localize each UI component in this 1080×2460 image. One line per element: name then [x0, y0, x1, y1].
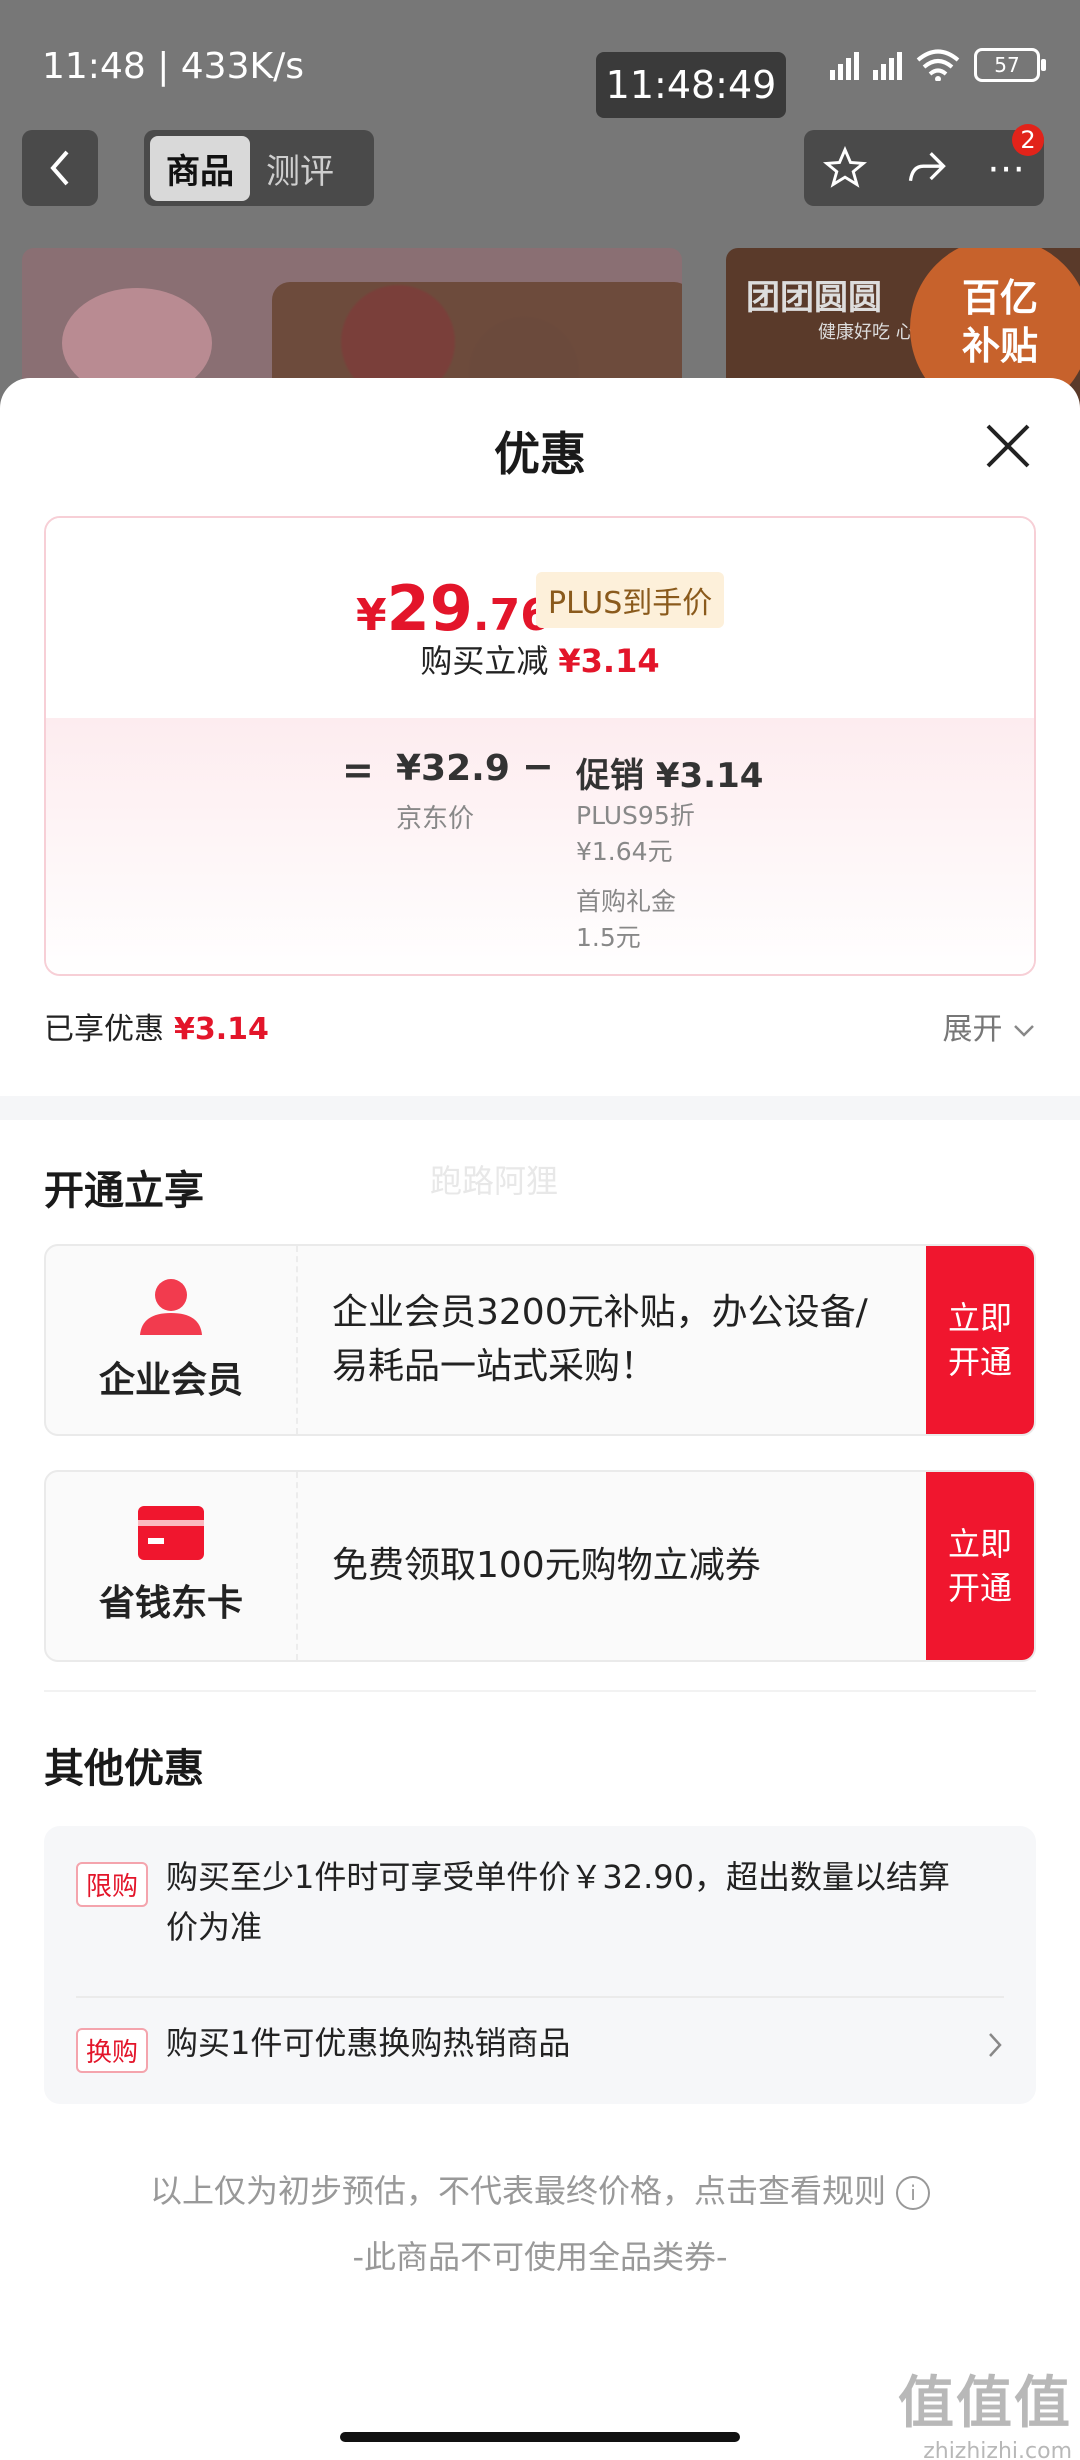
other-discounts-list: 限购 购买至少1件时可享受单件价￥32.90，超出数量以结算价为准 换购 购买1…: [44, 1826, 1036, 2104]
info-icon[interactable]: i: [896, 2176, 930, 2210]
promo-item-plus: PLUS95折: [576, 801, 695, 830]
tab-switcher: 商品 测评: [144, 130, 374, 206]
back-button[interactable]: [22, 130, 98, 206]
exchange-text: 购买1件可优惠换购热销商品: [166, 2024, 571, 2062]
home-indicator[interactable]: [340, 2432, 740, 2442]
promo-banner-title: 团团圆圆: [746, 278, 882, 318]
nav-actions: ⋯ 2: [804, 124, 1044, 206]
promo-item-plus-value: ¥1.64元: [576, 837, 673, 866]
chevron-right-icon: [989, 2033, 1002, 2057]
background-page: 11:48 | 433K/s 57 11:48:49 商品 测评 ⋯ 2 团团圆…: [0, 0, 1080, 420]
other-section-title: 其他优惠: [44, 1746, 204, 1792]
limit-tag: 限购: [76, 1862, 149, 1907]
top-nav: 商品 测评 ⋯ 2: [22, 124, 1058, 208]
chevron-down-icon: [1014, 1025, 1034, 1037]
signal-icon-2: [873, 50, 902, 80]
enterprise-member-desc: 企业会员3200元补贴，办公设备/易耗品一站式采购！: [332, 1292, 868, 1387]
close-icon[interactable]: [980, 418, 1036, 474]
thin-divider: [44, 1690, 1036, 1692]
plus-price-tag: PLUS到手价: [536, 572, 725, 628]
share-icon[interactable]: [905, 146, 949, 190]
status-time-speed: 11:48 | 433K/s: [42, 46, 304, 87]
discount-sheet: 优惠 ¥29.76 PLUS到手价 购买立减 ¥3.14 = ¥32.9 京东价 …: [0, 378, 1080, 2460]
card-icon: [138, 1506, 204, 1560]
site-watermark-logo: 值值值 zhizhizhi.com: [898, 2371, 1072, 2460]
tab-review[interactable]: 测评: [250, 136, 350, 201]
final-price: ¥29.76: [356, 572, 551, 645]
saving-card-label: 省钱东卡: [98, 1583, 243, 1624]
back-arrow-icon: [50, 150, 69, 186]
open-saving-card-button[interactable]: 立即 开通: [926, 1472, 1034, 1660]
expand-button[interactable]: 展开: [942, 1004, 1036, 1048]
promo-total: 促销 ¥3.14: [576, 756, 764, 796]
list-item-exchange[interactable]: 换购 购买1件可优惠换购热销商品: [76, 2024, 1004, 2084]
minus-sign: −: [522, 744, 554, 788]
enjoyed-discount: 已享优惠 ¥3.14: [44, 1012, 269, 1047]
sheet-title: 优惠: [494, 427, 586, 481]
coupon-note: -此商品不可使用全品类券-: [352, 2238, 728, 2276]
limit-text: 购买至少1件时可享受单件价￥32.90，超出数量以结算价为准: [166, 1858, 950, 1946]
status-bar: 11:48 | 433K/s 57: [42, 40, 1046, 100]
estimate-note[interactable]: 以上仅为初步预估，不代表最终价格，点击查看规则 i: [0, 2166, 1080, 2212]
enterprise-member-label: 企业会员: [98, 1360, 243, 1401]
saving-card[interactable]: 省钱东卡 免费领取100元购物立减券 立即 开通: [44, 1470, 1036, 1662]
promo-item-first-gift-value: 1.5元: [576, 923, 641, 952]
signal-icon: [830, 50, 859, 80]
star-icon[interactable]: [823, 146, 867, 190]
more-badge: 2: [1012, 124, 1044, 156]
jd-price-label: 京东价: [396, 804, 475, 834]
equals-sign: =: [342, 748, 374, 792]
jd-price: ¥32.9: [396, 748, 510, 789]
saving-card-desc: 免费领取100元购物立减券: [332, 1545, 761, 1586]
price-breakdown-card: ¥29.76 PLUS到手价 购买立减 ¥3.14 = ¥32.9 京东价 − 促…: [44, 516, 1036, 976]
tab-product[interactable]: 商品: [150, 135, 250, 201]
instant-saving: 购买立减 ¥3.14: [420, 642, 660, 680]
promo-banner-sub: 健康好吃 心: [818, 322, 914, 343]
watermark-text: 跑路阿狸: [430, 1162, 559, 1200]
wifi-icon: [916, 49, 960, 81]
battery-icon: 57: [974, 48, 1046, 82]
section-divider: [0, 1096, 1080, 1120]
enterprise-member-card[interactable]: 企业会员 企业会员3200元补贴，办公设备/易耗品一站式采购！ 立即 开通: [44, 1244, 1036, 1436]
open-section-title: 开通立享: [44, 1168, 204, 1214]
price-formula: = ¥32.9 京东价 − 促销 ¥3.14 PLUS95折 ¥1.64元 首购…: [46, 718, 1034, 974]
exchange-tag: 换购: [76, 2028, 149, 2073]
promo-item-first-gift: 首购礼金: [576, 887, 677, 916]
list-item-limit: 限购 购买至少1件时可享受单件价￥32.90，超出数量以结算价为准: [76, 1858, 1004, 1968]
person-icon: [140, 1279, 202, 1335]
clock-overlay: 11:48:49: [596, 52, 786, 118]
open-enterprise-button[interactable]: 立即 开通: [926, 1246, 1034, 1434]
